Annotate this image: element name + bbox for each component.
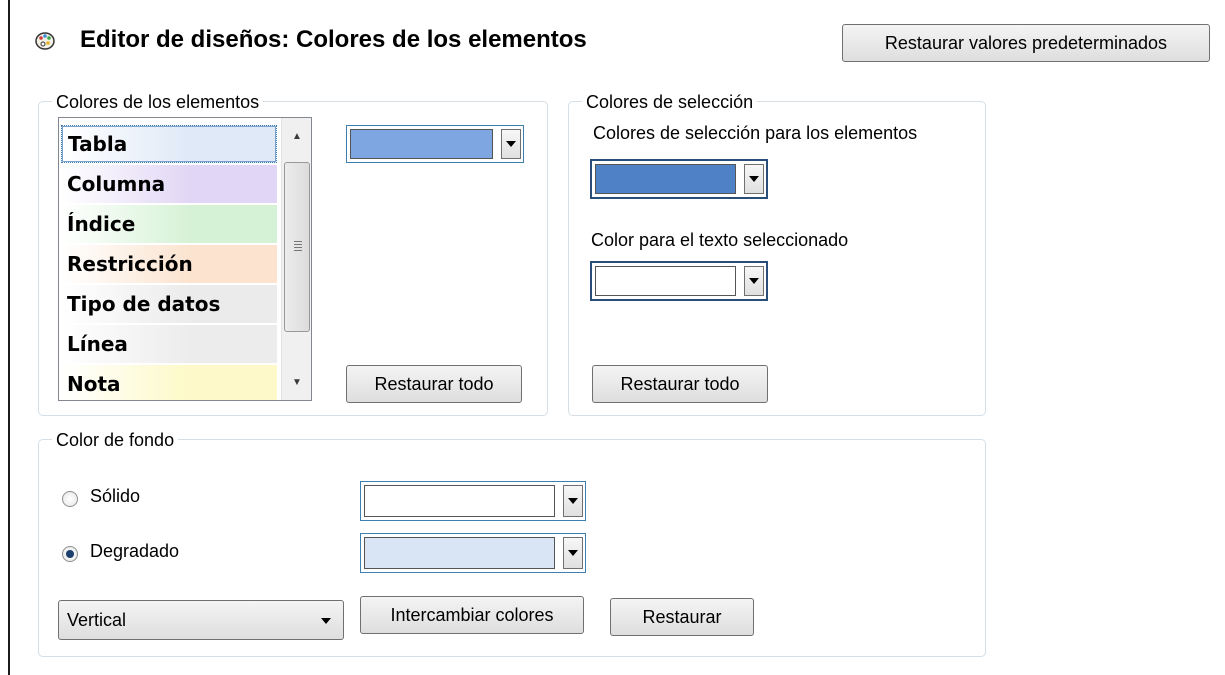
element-list[interactable]: Tabla Columna Índice Restricción Tipo de dat… bbox=[58, 117, 312, 401]
element-color-picker[interactable] bbox=[346, 125, 524, 163]
selected-text-color-picker[interactable] bbox=[590, 261, 768, 301]
element-colors-legend: Colores de los elementos bbox=[52, 91, 264, 113]
restore-button[interactable]: Restaurar bbox=[610, 598, 754, 636]
scroll-up-icon[interactable]: ▲ bbox=[282, 124, 311, 148]
element-list-scrollbar[interactable]: ▲ ▼ bbox=[281, 118, 311, 400]
dropdown-arrow-icon[interactable] bbox=[501, 129, 521, 159]
scrollbar-thumb[interactable] bbox=[284, 162, 310, 332]
gradient-direction-select[interactable]: Vertical bbox=[58, 600, 344, 640]
dropdown-arrow-icon[interactable] bbox=[563, 537, 583, 569]
list-item[interactable]: Restricción bbox=[61, 245, 277, 283]
selection-element-color-picker[interactable] bbox=[590, 159, 768, 199]
selected-text-color-swatch bbox=[595, 266, 736, 296]
page-title: Editor de diseños: Colores de los elemen… bbox=[80, 26, 587, 53]
element-restore-all-button[interactable]: Restaurar todo bbox=[346, 365, 522, 403]
element-color-swatch bbox=[350, 129, 493, 159]
dropdown-arrow-icon[interactable] bbox=[563, 485, 583, 517]
solid-color-picker[interactable] bbox=[360, 481, 586, 521]
selection-element-color-swatch bbox=[595, 164, 736, 194]
list-item[interactable]: Columna bbox=[61, 165, 277, 203]
dropdown-arrow-icon[interactable] bbox=[744, 266, 764, 296]
window-left-border bbox=[8, 0, 10, 675]
gradient-radio[interactable] bbox=[62, 546, 78, 562]
gradient-color-swatch bbox=[364, 537, 555, 569]
selection-element-color-label: Colores de selección para los elementos bbox=[593, 123, 918, 143]
selection-restore-all-button[interactable]: Restaurar todo bbox=[592, 365, 768, 403]
solid-radio[interactable] bbox=[62, 491, 78, 507]
swap-colors-button[interactable]: Intercambiar colores bbox=[360, 596, 584, 634]
solid-color-swatch bbox=[364, 485, 555, 517]
dropdown-arrow-icon[interactable] bbox=[744, 164, 764, 194]
restore-defaults-button[interactable]: Restaurar valores predeterminados bbox=[842, 24, 1210, 62]
background-color-legend: Color de fondo bbox=[52, 429, 179, 451]
scroll-down-icon[interactable]: ▼ bbox=[282, 370, 311, 394]
list-item[interactable]: Tipo de datos bbox=[61, 285, 277, 323]
gradient-color-picker[interactable] bbox=[360, 533, 586, 573]
gradient-direction-value: Vertical bbox=[67, 610, 127, 630]
gradient-label: Degradado bbox=[90, 541, 180, 561]
grip-icon bbox=[294, 241, 302, 253]
selected-text-color-label: Color para el texto seleccionado bbox=[591, 230, 849, 250]
selection-colors-legend: Colores de selección bbox=[582, 91, 758, 113]
list-item[interactable]: Índice bbox=[61, 205, 277, 243]
list-item[interactable]: Línea bbox=[61, 325, 277, 363]
chevron-down-icon bbox=[321, 618, 331, 624]
palette-icon bbox=[35, 32, 55, 50]
solid-label: Sólido bbox=[90, 486, 141, 506]
list-item[interactable]: Nota bbox=[61, 365, 277, 400]
list-item[interactable]: Tabla bbox=[61, 125, 277, 163]
